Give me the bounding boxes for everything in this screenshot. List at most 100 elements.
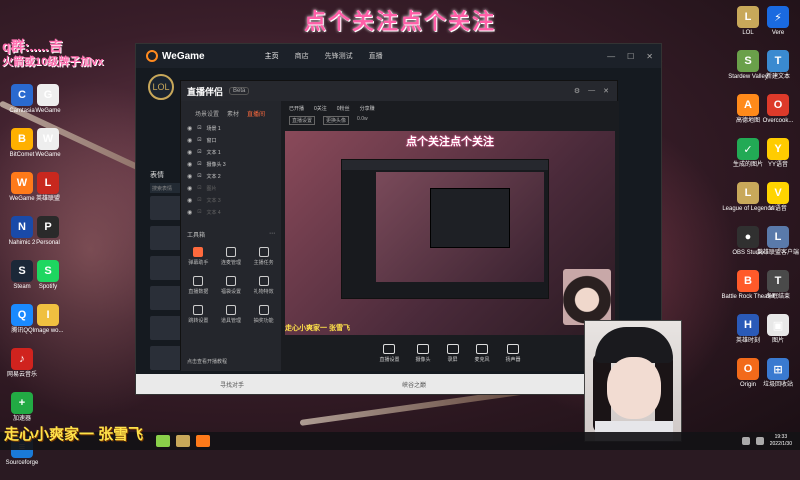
hero-thumb[interactable]: [150, 196, 184, 220]
live-setting-button[interactable]: 0.0w: [357, 116, 368, 125]
desktop-shortcut[interactable]: L 英雄联盟客户端: [757, 226, 800, 270]
stream-top-banner: 点个关注点个关注: [303, 9, 496, 34]
lock-icon[interactable]: ⊡: [197, 137, 201, 143]
tray-icon[interactable]: [755, 437, 764, 445]
tool-icon: [193, 305, 204, 315]
wegame-emote-label: 表情: [150, 172, 164, 179]
live-control-button[interactable]: 扬声器: [506, 344, 521, 363]
taskbar-lol-icon[interactable]: [176, 435, 190, 447]
shortcut-label: Overcook...: [762, 118, 794, 124]
eye-icon[interactable]: ◉: [187, 197, 192, 204]
lock-icon[interactable]: ⊡: [197, 173, 201, 179]
scene-source-item[interactable]: ◉ ⊡ 文本 4: [181, 206, 281, 218]
tool-icon: [225, 247, 236, 257]
lock-icon[interactable]: ⊡: [197, 209, 201, 215]
desktop-shortcut[interactable]: P Personal: [28, 216, 68, 260]
toolbox-item[interactable]: 福袋设置: [216, 276, 247, 295]
minimize-icon[interactable]: —: [607, 52, 615, 61]
desktop-shortcut[interactable]: W WeGame: [28, 128, 68, 172]
desktop-shortcut[interactable]: V VI语音: [758, 182, 798, 226]
desktop-shortcut[interactable]: O Overcook...: [758, 94, 798, 138]
control-label: 扬声器: [505, 357, 521, 363]
wegame-nav-home[interactable]: 主页: [265, 51, 279, 61]
live-setting-button[interactable]: 更换头像: [323, 116, 350, 125]
close-icon[interactable]: ✕: [646, 52, 653, 61]
tab-material[interactable]: 素材: [227, 109, 239, 118]
eye-icon[interactable]: ◉: [187, 137, 192, 144]
eye-icon[interactable]: ◉: [187, 125, 192, 132]
desktop-shortcut[interactable]: ♪ 网易云音乐: [2, 348, 42, 392]
tray-icon[interactable]: [741, 437, 750, 445]
toolbox-item[interactable]: 道具管理: [216, 305, 247, 324]
tab-live-room[interactable]: 直播间: [247, 109, 265, 118]
live-info-row: 已开播 0关注 0粉丝 分享赚: [281, 101, 619, 116]
toolbox-item[interactable]: 主播任务: [248, 247, 279, 266]
live-control-button[interactable]: 摄像头: [415, 344, 431, 363]
live-setting-button[interactable]: 直播设置: [289, 116, 316, 125]
lock-icon[interactable]: ⊡: [197, 125, 201, 131]
settings-icon[interactable]: ⚙: [574, 87, 580, 95]
shortcut-label: 图片: [771, 338, 784, 344]
scene-source-item[interactable]: ◉ ⊡ 窗口: [181, 134, 281, 146]
eye-icon[interactable]: ◉: [187, 149, 192, 156]
scene-source-item[interactable]: ◉ ⊡ 摄像头 3: [181, 158, 281, 170]
desktop-shortcut[interactable]: Y YY语音: [758, 138, 798, 182]
taskbar-clock[interactable]: 19:33 2022/1/30: [770, 434, 792, 448]
tool-label: 直播数据: [188, 289, 209, 295]
taskbar-app-icon[interactable]: [156, 435, 170, 447]
desktop-shortcut[interactable]: ▣ 图片: [758, 314, 798, 358]
live-control-button[interactable]: 录屏: [446, 344, 459, 363]
shortcut-label: 英雄联盟客户端: [757, 250, 800, 256]
maximize-icon[interactable]: ☐: [627, 52, 634, 61]
rank-label: 峡谷之巅: [402, 382, 427, 389]
lock-icon[interactable]: ⊡: [197, 149, 201, 155]
toolbox-item[interactable]: 直播数据: [183, 276, 214, 295]
hero-thumb[interactable]: [150, 226, 184, 250]
wegame-nav-store[interactable]: 商店: [295, 51, 309, 61]
hero-thumb[interactable]: [150, 316, 184, 340]
scene-source-item[interactable]: ◉ ⊡ 场景 1: [181, 122, 281, 134]
desktop-shortcut[interactable]: T 冬眠结束: [758, 270, 798, 314]
wegame-nav-test[interactable]: 先锋测试: [325, 51, 353, 61]
live-control-button[interactable]: 直播设置: [379, 344, 399, 363]
toolbox-more-icon[interactable]: ⋯: [269, 230, 275, 239]
toolbox-item[interactable]: 礼物特效: [248, 276, 279, 295]
shortcut-label: Origin: [739, 382, 756, 388]
eye-icon[interactable]: ◉: [187, 173, 192, 180]
desktop-shortcut[interactable]: L 英雄联盟: [28, 172, 68, 216]
live-control-button[interactable]: 麦克风: [475, 344, 490, 363]
toolbox-item[interactable]: 连麦管理: [216, 247, 247, 266]
close-icon[interactable]: ✕: [603, 87, 609, 95]
eye-icon[interactable]: ◉: [187, 185, 192, 192]
lock-icon[interactable]: ⊡: [197, 185, 201, 191]
tool-icon: [193, 247, 204, 257]
toolbox-item[interactable]: 弹幕助手: [183, 247, 214, 266]
tab-scene-settings[interactable]: 场景设置: [195, 109, 219, 118]
hero-thumb[interactable]: [150, 286, 184, 310]
scene-source-item[interactable]: ◉ ⊡ 文本 1: [181, 146, 281, 158]
shortcut-label: Image wo...: [32, 328, 64, 334]
lol-game-icon[interactable]: LOL: [148, 74, 174, 100]
shortcut-label: 垃圾回收站: [762, 382, 793, 388]
desktop-shortcut[interactable]: S Spotify: [28, 260, 68, 304]
lock-icon[interactable]: ⊡: [197, 161, 201, 167]
wegame-nav-live[interactable]: 直播: [369, 51, 383, 61]
hero-thumb[interactable]: [150, 346, 184, 370]
taskbar-wegame-icon[interactable]: [196, 435, 210, 447]
eye-icon[interactable]: ◉: [187, 161, 192, 168]
eye-icon[interactable]: ◉: [187, 209, 192, 216]
lock-icon[interactable]: ⊡: [197, 197, 201, 203]
tutorial-tip[interactable]: 点击查看开播教程: [181, 358, 281, 365]
scene-source-item[interactable]: ◉ ⊡ 文本 2: [181, 170, 281, 182]
desktop-shortcut[interactable]: T 新建文本: [758, 50, 798, 94]
toolbox-item[interactable]: 跳转设置: [183, 305, 214, 324]
scene-source-item[interactable]: ◉ ⊡ 图片: [181, 182, 281, 194]
desktop-shortcut[interactable]: G WeGame: [28, 84, 68, 128]
hero-thumb[interactable]: [150, 256, 184, 280]
desktop-shortcut[interactable]: ⊞ 垃圾回收站: [758, 358, 798, 402]
desktop-shortcut[interactable]: I Image wo...: [28, 304, 68, 348]
toolbox-item[interactable]: 抽奖功能: [248, 305, 279, 324]
scene-source-item[interactable]: ◉ ⊡ 文本 3: [181, 194, 281, 206]
desktop-shortcut[interactable]: ⚡ Vere: [758, 6, 798, 50]
minimize-icon[interactable]: —: [588, 87, 595, 95]
